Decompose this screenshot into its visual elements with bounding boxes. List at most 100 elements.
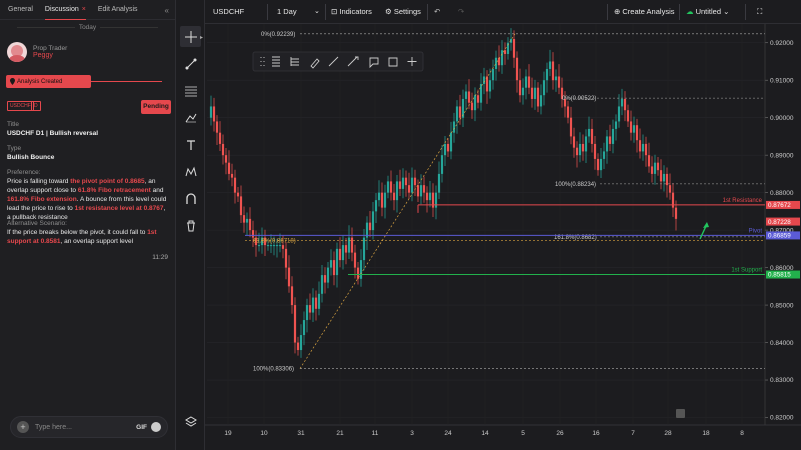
candle-body (614, 121, 618, 129)
tab-edit-analysis[interactable]: Edit Analysis (98, 0, 138, 20)
fib-label: 0%(0.92239) (261, 32, 295, 38)
chevron-down-icon[interactable]: ⌄ (314, 0, 320, 24)
candle-body (284, 248, 288, 268)
candle-body (545, 68, 549, 81)
candle-body (290, 286, 294, 306)
candle-body (590, 128, 594, 144)
gear-icon: ⚙ (385, 7, 394, 16)
candle-body (371, 211, 375, 231)
level-label: 1st Support (731, 268, 762, 274)
candle-body (494, 57, 498, 69)
candle-body (380, 192, 384, 208)
redo-icon[interactable]: ↷ (458, 0, 464, 24)
expand-arrow-icon[interactable]: ▸ (200, 34, 203, 41)
preference-text: Price is falling toward the pivot point … (7, 177, 169, 222)
candle-body (524, 76, 528, 88)
indicators-button[interactable]: ⊡ Indicators (331, 0, 372, 24)
chat-input[interactable]: Type here... (35, 424, 136, 431)
candle-body (323, 275, 327, 283)
candle-body (542, 80, 546, 96)
wave-pattern-icon[interactable] (180, 161, 201, 182)
create-analysis-button[interactable]: ⊕ Create Analysis (614, 0, 674, 24)
text-tool-icon[interactable] (180, 134, 201, 155)
layout-selector[interactable]: ☁ Untitled ⌄ (686, 0, 729, 24)
candle-body (299, 335, 303, 351)
alt-text: If the price breaks below the pivot, it … (7, 228, 169, 246)
candle-body (338, 248, 342, 261)
candle-body (635, 125, 639, 141)
analysis-panel: General Discussion × Edit Analysis « Toda… (0, 0, 176, 450)
candle-body (575, 147, 579, 156)
trendline-icon[interactable] (180, 53, 201, 74)
fullscreen-icon[interactable]: ⛶ (757, 0, 762, 24)
candle-body (527, 76, 531, 88)
candle-body (281, 245, 285, 249)
divider (679, 4, 680, 20)
x-tick-label: 10 (260, 430, 268, 437)
gif-button[interactable]: GIF (136, 424, 147, 431)
close-icon[interactable]: × (82, 6, 86, 13)
candle-body (467, 91, 471, 103)
candle-body (392, 192, 396, 201)
fibonacci-icon[interactable] (180, 80, 201, 101)
candle-body (215, 121, 219, 133)
collapse-panel-icon[interactable]: « (165, 6, 169, 15)
drawing-tools: ▸ (176, 0, 205, 450)
add-attachment-icon[interactable]: + (17, 421, 29, 433)
candle-body (665, 173, 669, 186)
fib-label: 61.8%(0.86718) (253, 239, 296, 245)
chart-canvas[interactable]: 0.920000.910000.900000.890000.880000.870… (205, 24, 801, 450)
y-tick-label: 0.85000 (770, 302, 794, 309)
candle-body (533, 87, 537, 99)
undo-icon[interactable]: ↶ (434, 0, 440, 24)
candle-body (224, 155, 228, 163)
status-badge: Analysis Created (6, 75, 91, 88)
timeframe-selector[interactable]: 1 Day (277, 0, 297, 24)
candle-body (641, 143, 645, 152)
divider (90, 81, 162, 82)
candle-body (530, 87, 534, 99)
highlight-text: 161.8% Fibo extension (7, 196, 77, 203)
y-tick-label: 0.90000 (770, 115, 794, 122)
candle-body (227, 162, 231, 174)
y-tick-label: 0.92000 (770, 40, 794, 47)
chat-input-bar: + Type here... GIF (10, 416, 168, 438)
candle-body (251, 230, 255, 238)
settings-button[interactable]: ⚙ Settings (385, 0, 421, 24)
symbol-selector[interactable]: USDCHF (213, 0, 244, 24)
avatar[interactable] (7, 42, 27, 62)
author-name[interactable]: Peggy (33, 52, 67, 59)
candle-body (410, 177, 414, 193)
magnet-icon[interactable] (180, 188, 201, 209)
candle-body (233, 177, 237, 193)
candle-body (326, 267, 330, 283)
layers-icon[interactable] (180, 411, 201, 432)
fib-label: 0%(0.90522) (562, 96, 596, 102)
candle-body (317, 293, 321, 309)
candle-body (572, 136, 576, 148)
tab-discussion[interactable]: Discussion × (44, 0, 86, 20)
panel-tabs: General Discussion × Edit Analysis (0, 0, 175, 20)
candle-body (248, 218, 252, 231)
tab-general[interactable]: General (8, 0, 33, 20)
x-tick-label: 21 (336, 430, 344, 437)
candle-body (584, 136, 588, 152)
pattern-icon[interactable] (180, 107, 201, 128)
fib-label: 100%(0.88234) (555, 182, 596, 188)
candle-body (236, 192, 240, 197)
x-tick-label: 16 (592, 430, 600, 437)
candle-body (341, 245, 345, 261)
level-label: 1st Resistance (723, 198, 763, 204)
price-chart[interactable]: 0.92000 0.91000 0.90000 0.89000 0.88000 0.870… (205, 24, 801, 450)
emoji-icon[interactable] (151, 422, 161, 432)
trash-icon[interactable] (180, 215, 201, 236)
candle-body (602, 151, 606, 159)
divider (427, 4, 428, 20)
candle-body (344, 245, 348, 253)
type-label: Type (7, 145, 22, 152)
crosshair-icon[interactable] (180, 26, 201, 47)
candle-body (668, 185, 672, 193)
pending-button[interactable]: Pending (141, 100, 171, 114)
candle-body (458, 106, 462, 118)
candle-body (521, 87, 525, 96)
